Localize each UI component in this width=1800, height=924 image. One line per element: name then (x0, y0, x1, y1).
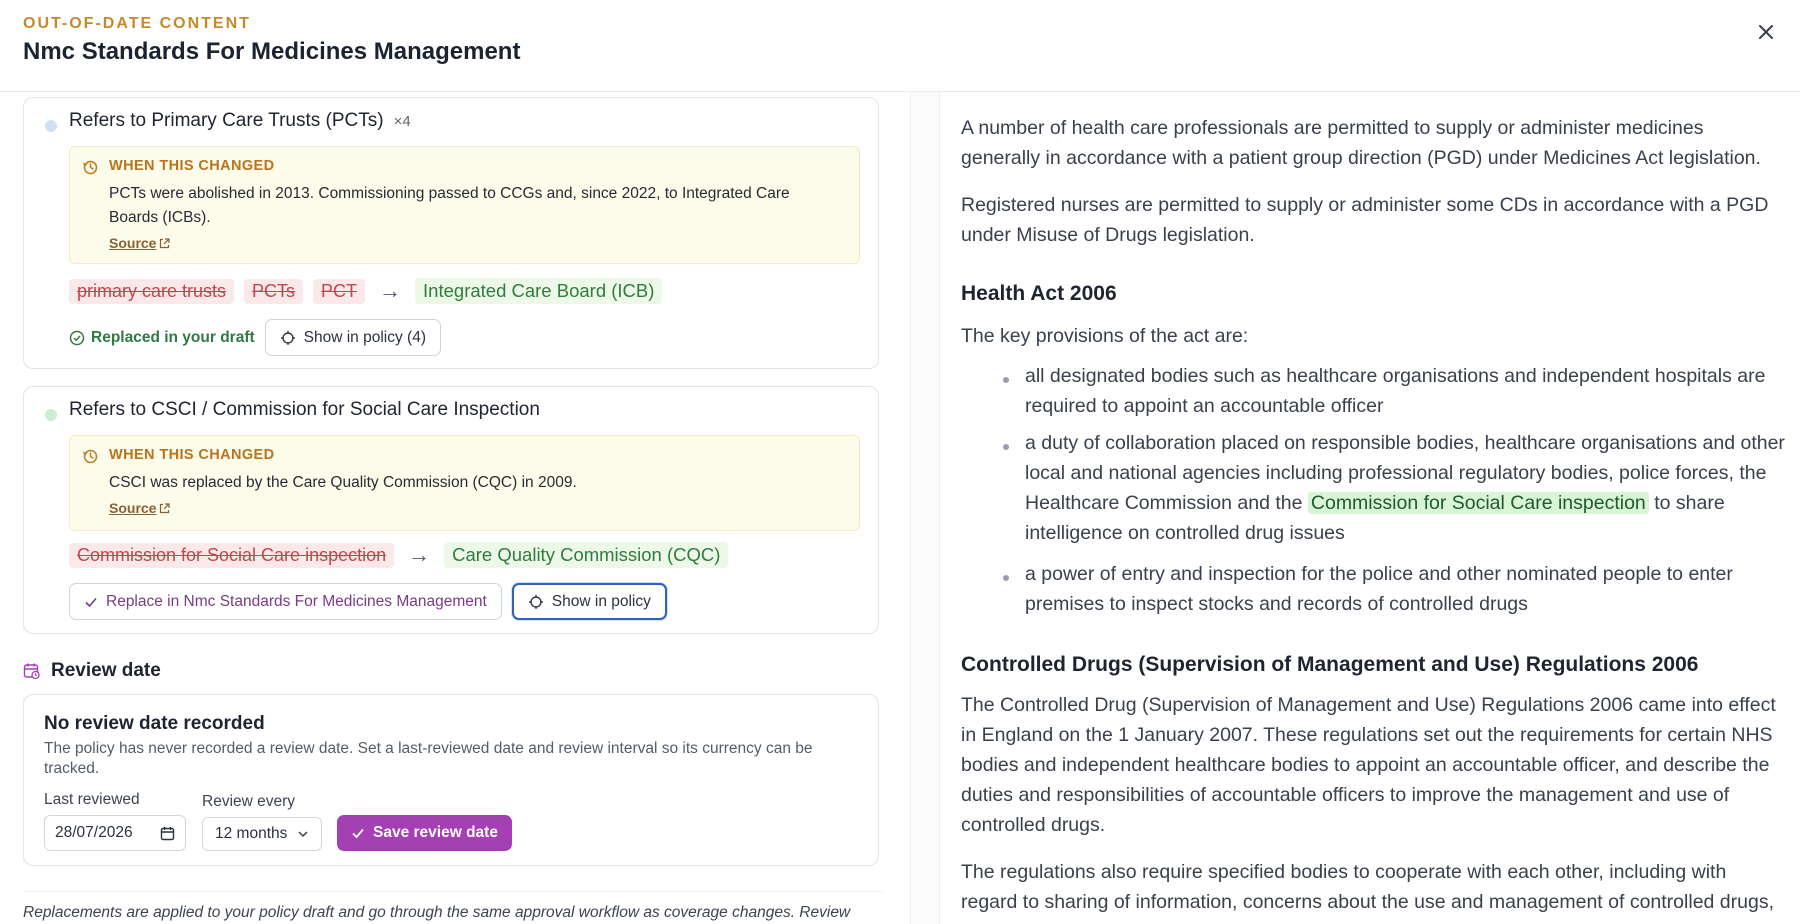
highlighted-term[interactable]: Commission for Social Care inspection (1307, 492, 1649, 514)
old-term: Commission for Social Care inspection (69, 542, 395, 568)
doc-paragraph: The key provisions of the act are: (961, 325, 1249, 347)
list-item: a duty of collaboration placed on respon… (1025, 428, 1785, 548)
policy-document-panel: A number of health care professionals ar… (941, 92, 1800, 924)
show-in-policy-button[interactable]: Show in policy (4) (264, 319, 441, 356)
change-actions: Replaced in your draft Show in policy (4… (69, 319, 441, 356)
review-card-title: No review date recorded (44, 713, 265, 734)
check-circle-icon (69, 330, 85, 345)
review-date-card: No review date recorded The policy has n… (23, 694, 879, 866)
review-every-label: Review every (202, 793, 296, 810)
doc-paragraph: A number of health care professionals ar… (961, 117, 1761, 169)
list-bullet (1003, 444, 1009, 450)
note-text: PCTs were abolished in 2013. Commissioni… (109, 185, 790, 226)
replacement-chain: Commission for Social Care inspection → … (69, 542, 729, 568)
note-label: WHEN THIS CHANGED (109, 158, 275, 174)
source-link[interactable]: Source (109, 500, 171, 516)
show-in-policy-button[interactable]: Show in policy (511, 583, 667, 620)
doc-heading: Health Act 2006 (961, 282, 1117, 305)
replacement-chain: primary care trusts PCTs PCT → Integrate… (69, 278, 663, 304)
check-icon (85, 597, 97, 607)
status-dot (45, 409, 57, 421)
review-date-title-text: Review date (51, 660, 161, 681)
crosshair-icon (280, 330, 295, 345)
last-reviewed-label: Last reviewed (44, 791, 140, 808)
last-reviewed-date-input[interactable]: 28/07/2026 (44, 815, 186, 851)
source-link[interactable]: Source (109, 235, 171, 251)
new-term: Integrated Care Board (ICB) (415, 278, 663, 304)
change-note: WHEN THIS CHANGED CSCI was replaced by t… (69, 435, 860, 531)
history-icon (82, 449, 98, 464)
crosshair-icon (528, 594, 543, 609)
last-reviewed-value: 28/07/2026 (55, 824, 133, 841)
footer-note: Replacements are applied to your policy … (23, 904, 851, 921)
doc-paragraph: The regulations also require specified b… (961, 861, 1774, 913)
footer-divider (23, 891, 883, 892)
review-interval-select[interactable]: 12 months (202, 817, 322, 851)
calendar-clock-icon (23, 663, 40, 680)
arrow-icon: → (379, 278, 402, 303)
change-card-csci: Refers to CSCI / Commission for Social C… (23, 386, 879, 634)
change-heading-text: Refers to Primary Care Trusts (PCTs) (69, 110, 384, 131)
replaced-status-text: Replaced in your draft (91, 328, 255, 346)
note-label: WHEN THIS CHANGED (109, 447, 275, 463)
old-term: PCT (313, 278, 366, 304)
list-item: all designated bodies such as healthcare… (1025, 365, 1766, 417)
note-text: CSCI was replaced by the Care Quality Co… (109, 474, 577, 491)
old-term: primary care trusts (69, 278, 235, 304)
source-label: Source (109, 500, 157, 516)
new-term: Care Quality Commission (CQC) (444, 542, 729, 568)
review-date-section-title: Review date (23, 660, 161, 682)
change-actions: Replace in Nmc Standards For Medicines M… (69, 583, 667, 620)
review-card-description: The policy has never recorded a review d… (44, 740, 813, 777)
list-bullet (1003, 377, 1009, 383)
save-review-date-label: Save review date (373, 824, 498, 841)
pane-divider (910, 92, 940, 924)
arrow-icon: → (408, 542, 431, 567)
change-heading: Refers to CSCI / Commission for Social C… (69, 399, 540, 421)
change-heading-text: Refers to CSCI / Commission for Social C… (69, 399, 540, 420)
status-dot (45, 120, 57, 132)
save-review-date-button[interactable]: Save review date (337, 815, 512, 851)
chevron-down-icon (298, 831, 308, 838)
occurrence-count: ×4 (393, 112, 411, 130)
modal-header: OUT-OF-DATE CONTENT Nmc Standards For Me… (0, 0, 1800, 92)
replace-in-policy-label: Replace in Nmc Standards For Medicines M… (106, 592, 487, 610)
status-eyebrow: OUT-OF-DATE CONTENT (23, 15, 251, 32)
history-icon (82, 160, 98, 175)
check-icon (352, 828, 364, 839)
replace-in-policy-button[interactable]: Replace in Nmc Standards For Medicines M… (69, 583, 502, 620)
old-term: PCTs (244, 278, 304, 304)
list-item: a power of entry and inspection for the … (1025, 563, 1733, 615)
doc-heading: Controlled Drugs (Supervision of Managem… (961, 653, 1699, 676)
calendar-icon (160, 826, 175, 840)
close-button[interactable] (1754, 20, 1778, 44)
change-heading: Refers to Primary Care Trusts (PCTs) ×4 (69, 110, 411, 132)
change-note: WHEN THIS CHANGED PCTs were abolished in… (69, 146, 860, 264)
change-card-pcts: Refers to Primary Care Trusts (PCTs) ×4 … (23, 97, 879, 369)
doc-paragraph: Registered nurses are permitted to suppl… (961, 194, 1769, 246)
source-label: Source (109, 235, 157, 251)
list-bullet (1003, 575, 1009, 581)
page-title: Nmc Standards For Medicines Management (23, 38, 521, 65)
replaced-status: Replaced in your draft (69, 329, 255, 347)
doc-paragraph: The Controlled Drug (Supervision of Mana… (961, 694, 1776, 836)
close-icon (1759, 25, 1773, 39)
show-in-policy-label: Show in policy (551, 592, 651, 610)
external-link-icon (160, 502, 171, 513)
review-interval-value: 12 months (215, 825, 288, 842)
external-link-icon (160, 237, 171, 248)
show-in-policy-label: Show in policy (4) (303, 328, 426, 346)
